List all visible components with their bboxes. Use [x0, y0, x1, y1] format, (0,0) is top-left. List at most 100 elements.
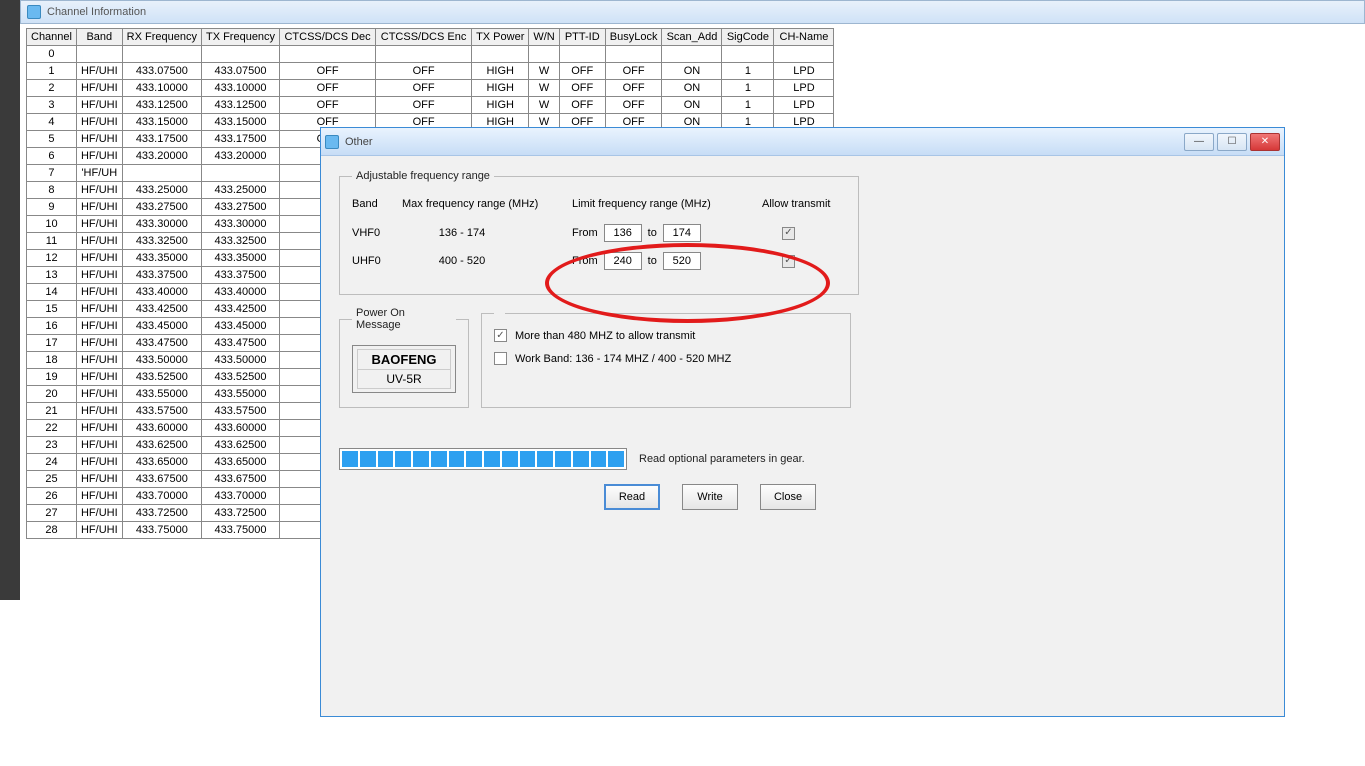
col-rx[interactable]: RX Frequency	[122, 29, 201, 46]
cell[interactable]: 27	[27, 505, 77, 522]
uhf-allow-checkbox[interactable]: ✓	[782, 255, 795, 268]
vhf-to-input[interactable]	[663, 224, 701, 242]
uhf-from-input[interactable]	[604, 252, 642, 270]
cell[interactable]: HF/UHI	[76, 63, 122, 80]
work-band-checkbox[interactable]	[494, 352, 507, 365]
cell[interactable]: LPD	[774, 63, 834, 80]
cell[interactable]: W	[529, 80, 559, 97]
cell[interactable]: OFF	[559, 63, 605, 80]
cell[interactable]: 433.40000	[201, 284, 279, 301]
cell[interactable]: 'HF/UH	[76, 165, 122, 182]
cell[interactable]: 433.45000	[201, 318, 279, 335]
cell[interactable]: 2	[27, 80, 77, 97]
cell[interactable]	[605, 46, 662, 63]
maximize-button[interactable]: ☐	[1217, 133, 1247, 151]
vhf-allow-checkbox[interactable]: ✓	[782, 227, 795, 240]
cell[interactable]: 433.40000	[122, 284, 201, 301]
cell[interactable]: HIGH	[472, 80, 529, 97]
cell[interactable]: 433.45000	[122, 318, 201, 335]
cell[interactable]	[662, 46, 722, 63]
col-sig[interactable]: SigCode	[722, 29, 774, 46]
cell[interactable]: 8	[27, 182, 77, 199]
close-button[interactable]: Close	[760, 484, 816, 510]
cell[interactable]: 433.52500	[201, 369, 279, 386]
cell[interactable]: 433.32500	[201, 233, 279, 250]
vhf-from-input[interactable]	[604, 224, 642, 242]
cell[interactable]: 433.42500	[122, 301, 201, 318]
cell[interactable]: 11	[27, 233, 77, 250]
cell[interactable]: 433.37500	[201, 267, 279, 284]
cell[interactable]: OFF	[376, 63, 472, 80]
cell[interactable]: 13	[27, 267, 77, 284]
cell[interactable]: 23	[27, 437, 77, 454]
cell[interactable]: 433.57500	[201, 403, 279, 420]
cell[interactable]: OFF	[559, 97, 605, 114]
cell[interactable]: 433.72500	[201, 505, 279, 522]
cell[interactable]: 433.07500	[122, 63, 201, 80]
cell[interactable]: HF/UHI	[76, 437, 122, 454]
cell[interactable]: HF/UHI	[76, 97, 122, 114]
cell[interactable]: 433.30000	[201, 216, 279, 233]
cell[interactable]: HF/UHI	[76, 148, 122, 165]
cell[interactable]: HF/UHI	[76, 420, 122, 437]
cell[interactable]: 433.75000	[122, 522, 201, 539]
table-row[interactable]: 2HF/UHI433.10000433.10000OFFOFFHIGHWOFFO…	[27, 80, 834, 97]
cell[interactable]	[559, 46, 605, 63]
cell[interactable]: 433.30000	[122, 216, 201, 233]
cell[interactable]	[280, 46, 376, 63]
cell[interactable]: ON	[662, 97, 722, 114]
cell[interactable]: HF/UHI	[76, 522, 122, 539]
cell[interactable]: 19	[27, 369, 77, 386]
cell[interactable]	[472, 46, 529, 63]
cell[interactable]: 433.72500	[122, 505, 201, 522]
cell[interactable]	[122, 165, 201, 182]
cell[interactable]: HF/UHI	[76, 403, 122, 420]
cell[interactable]: 433.20000	[201, 148, 279, 165]
cell[interactable]: 433.60000	[201, 420, 279, 437]
cell[interactable]: 26	[27, 488, 77, 505]
col-txpow[interactable]: TX Power	[472, 29, 529, 46]
cell[interactable]: 433.15000	[201, 114, 279, 131]
cell[interactable]: 433.10000	[122, 80, 201, 97]
cell[interactable]: HF/UHI	[76, 369, 122, 386]
cell[interactable]: 433.70000	[201, 488, 279, 505]
cell[interactable]: 10	[27, 216, 77, 233]
cell[interactable]: HF/UHI	[76, 199, 122, 216]
cell[interactable]: OFF	[280, 80, 376, 97]
cell[interactable]: 433.67500	[122, 471, 201, 488]
cell[interactable]: 433.55000	[122, 386, 201, 403]
cell[interactable]: OFF	[605, 97, 662, 114]
cell[interactable]: 433.57500	[122, 403, 201, 420]
cell[interactable]: 1	[722, 80, 774, 97]
cell[interactable]: HF/UHI	[76, 471, 122, 488]
close-window-button[interactable]: ✕	[1250, 133, 1280, 151]
cell[interactable]: 433.47500	[201, 335, 279, 352]
cell[interactable]: 433.75000	[201, 522, 279, 539]
cell[interactable]: HIGH	[472, 63, 529, 80]
cell[interactable]: 433.55000	[201, 386, 279, 403]
col-channel[interactable]: Channel	[27, 29, 77, 46]
col-ptt[interactable]: PTT-ID	[559, 29, 605, 46]
power-on-box[interactable]: BAOFENG UV-5R	[352, 345, 456, 393]
cell[interactable]: 22	[27, 420, 77, 437]
cell[interactable]: 9	[27, 199, 77, 216]
cell[interactable]: 433.42500	[201, 301, 279, 318]
cell[interactable]: HF/UHI	[76, 284, 122, 301]
cell[interactable]: 1	[722, 63, 774, 80]
cell[interactable]: LPD	[774, 80, 834, 97]
minimize-button[interactable]: —	[1184, 133, 1214, 151]
cell[interactable]: 433.10000	[201, 80, 279, 97]
table-row[interactable]: 0	[27, 46, 834, 63]
cell[interactable]: 433.17500	[201, 131, 279, 148]
cell[interactable]: 433.50000	[201, 352, 279, 369]
cell[interactable]: 433.62500	[201, 437, 279, 454]
cell[interactable]: W	[529, 97, 559, 114]
uhf-to-input[interactable]	[663, 252, 701, 270]
cell[interactable]: 433.47500	[122, 335, 201, 352]
cell[interactable]	[722, 46, 774, 63]
col-band[interactable]: Band	[76, 29, 122, 46]
cell[interactable]: 14	[27, 284, 77, 301]
cell[interactable]: 433.27500	[122, 199, 201, 216]
col-ctdec[interactable]: CTCSS/DCS Dec	[280, 29, 376, 46]
cell[interactable]: 6	[27, 148, 77, 165]
